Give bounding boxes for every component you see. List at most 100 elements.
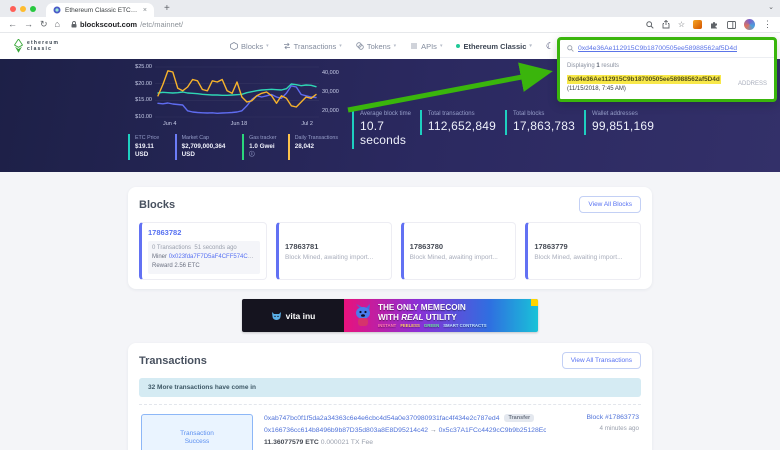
close-window-button[interactable] bbox=[10, 6, 16, 12]
stat-card-daily-transactions: Daily Transactions 28,042 bbox=[288, 134, 342, 160]
block-card-latest[interactable]: 17863782 0 Transactions 51 seconds ago M… bbox=[139, 222, 267, 280]
block-card-pending[interactable]: 17863780 Block Mined, awaiting import... bbox=[401, 222, 517, 280]
maximize-window-button[interactable] bbox=[30, 6, 36, 12]
ad-message: THE ONLY MEMECOIN WITH REAL UTILITY INST… bbox=[344, 299, 538, 332]
ad-feature-tags: INSTANT FEELESS GREEN SMART CONTRACTS bbox=[378, 323, 538, 328]
blocks-icon bbox=[230, 42, 238, 50]
transaction-hash-link[interactable]: 0xab747bc0f1f5da2a34363c6e4e6cbc4d54a0e3… bbox=[264, 415, 499, 422]
tab-search-chevron-icon[interactable]: ⌄ bbox=[768, 3, 774, 11]
forward-icon[interactable]: → bbox=[24, 20, 33, 29]
chevron-down-icon: ▾ bbox=[529, 43, 532, 49]
transfer-badge: Transfer bbox=[504, 414, 534, 422]
block-card-pending[interactable]: 17863781 Block Mined, awaiting import... bbox=[276, 222, 392, 280]
hero-chart: $25.00 $20.00 $15.00 $10.00 40,000 30,00… bbox=[128, 64, 342, 160]
stat-card-etc-price: ETC Price $19.11 USD bbox=[128, 134, 169, 160]
nav-item-network-selector[interactable]: Ethereum Classic▾ bbox=[456, 42, 531, 51]
ad-choices-icon[interactable] bbox=[531, 299, 538, 306]
tab-title: Ethereum Classic ETC Explorer bbox=[65, 7, 139, 14]
browser-tab[interactable]: Ethereum Classic ETC Explorer × bbox=[46, 3, 154, 17]
share-icon[interactable] bbox=[662, 20, 670, 29]
home-icon[interactable]: ⌂ bbox=[55, 20, 60, 29]
search-zoom-icon[interactable] bbox=[646, 21, 654, 29]
profile-avatar[interactable] bbox=[744, 19, 755, 30]
transaction-fee: 0.000021 TX Fee bbox=[321, 439, 373, 446]
block-status: Block Mined, awaiting import... bbox=[534, 254, 634, 261]
chart-left-axis: $25.00 $20.00 $15.00 $10.00 bbox=[128, 64, 155, 120]
dark-mode-toggle-icon[interactable]: ☾ bbox=[546, 41, 554, 52]
chevron-down-icon: ▾ bbox=[440, 43, 443, 49]
from-address-link[interactable]: 0x166736cc614b8496b9b87D35d803a8E8D95214… bbox=[264, 427, 428, 434]
bookmark-star-icon[interactable]: ☆ bbox=[678, 20, 685, 29]
block-number: 17863779 bbox=[534, 242, 634, 251]
transactions-icon bbox=[283, 42, 291, 50]
transactions-card: Transactions View All Transactions 32 Mo… bbox=[128, 343, 652, 450]
search-query-text[interactable]: 0xd4e36Ae112915C9b18700505ee58988562af5D… bbox=[578, 45, 737, 52]
side-panel-icon[interactable] bbox=[727, 21, 736, 29]
browser-menu-icon[interactable]: ⋮ bbox=[763, 20, 772, 29]
transaction-status-badge: Transaction Success bbox=[141, 414, 253, 450]
block-status: Block Mined, awaiting import... bbox=[285, 254, 385, 261]
extension-icon[interactable] bbox=[693, 20, 702, 29]
view-all-transactions-button[interactable]: View All Transactions bbox=[562, 352, 641, 369]
nav-item-transactions[interactable]: Transactions▾ bbox=[283, 42, 342, 51]
minimize-window-button[interactable] bbox=[20, 6, 26, 12]
blocks-card: Blocks View All Blocks 17863782 0 Transa… bbox=[128, 187, 652, 289]
search-result-timestamp: (11/15/2018, 7:45 AM) bbox=[567, 86, 721, 92]
chevron-down-icon: ▾ bbox=[266, 43, 269, 49]
search-results-dropdown: 0xd4e36Ae112915C9b18700505ee58988562af5D… bbox=[557, 37, 777, 102]
address-bar[interactable]: blockscout.com/etc/mainnet/ bbox=[71, 20, 639, 29]
nav-item-apis[interactable]: APIs▾ bbox=[410, 42, 442, 51]
toolbar-actions: ☆ ⋮ bbox=[646, 19, 772, 30]
search-results-count: Displaying 1 results bbox=[567, 63, 767, 69]
tab-close-icon[interactable]: × bbox=[143, 7, 147, 14]
browser-toolbar: ← → ↻ ⌂ blockscout.com/etc/mainnet/ ☆ ⋮ bbox=[0, 17, 780, 33]
transaction-age: 4 minutes ago bbox=[557, 425, 639, 432]
main-content: Blocks View All Blocks 17863782 0 Transa… bbox=[128, 187, 652, 450]
url-host: blockscout.com bbox=[80, 20, 137, 29]
chart-x-axis: Jun 4 Jun 18 Jul 2 bbox=[155, 121, 319, 127]
miner-address-link[interactable]: 0x023fda7F7D5aF4CFF574C507bb... bbox=[169, 254, 256, 260]
reload-icon[interactable]: ↻ bbox=[40, 20, 48, 29]
ethereum-classic-logo[interactable]: ethereum classic bbox=[14, 39, 59, 53]
network-status-dot bbox=[456, 44, 460, 48]
chart-right-axis: 40,000 30,000 20,000 bbox=[319, 64, 342, 120]
search-result-address[interactable]: 0xd4e36Ae112915C9b18700505ee58988562af5D… bbox=[567, 75, 721, 84]
new-transactions-banner[interactable]: 32 More transactions have come in bbox=[139, 378, 641, 397]
etc-diamond-icon bbox=[14, 39, 23, 53]
view-all-blocks-button[interactable]: View All Blocks bbox=[579, 196, 641, 213]
arrow-right-icon: → bbox=[430, 427, 437, 434]
to-address-link[interactable]: 0x5c37A1FCc4429cC9b9b25128Ec5EfC71f91358… bbox=[439, 427, 546, 434]
ad-headline: THE ONLY MEMECOIN WITH REAL UTILITY bbox=[378, 303, 538, 321]
back-icon[interactable]: ← bbox=[8, 20, 17, 29]
info-icon[interactable]: ⓘ bbox=[249, 152, 255, 158]
url-path: /etc/mainnet/ bbox=[140, 20, 183, 29]
stat-total-blocks: Total blocks 17,863,783 bbox=[505, 110, 575, 135]
ad-dog-mascot bbox=[352, 303, 374, 328]
search-result-item[interactable]: 0xd4e36Ae112915C9b18700505ee58988562af5D… bbox=[567, 75, 767, 92]
block-number-link[interactable]: 17863782 bbox=[148, 228, 260, 237]
apis-icon bbox=[410, 42, 418, 50]
extensions-puzzle-icon[interactable] bbox=[710, 20, 719, 29]
block-number: 17863781 bbox=[285, 242, 385, 251]
chevron-down-icon: ▾ bbox=[394, 43, 397, 49]
chevron-down-icon: ▾ bbox=[339, 43, 342, 49]
lock-icon bbox=[71, 21, 77, 28]
nav-item-blocks[interactable]: Blocks▾ bbox=[230, 42, 269, 51]
block-link[interactable]: Block #17863773 bbox=[557, 414, 639, 421]
window-controls[interactable] bbox=[10, 6, 36, 12]
search-input[interactable]: 0xd4e36Ae112915C9b18700505ee58988562af5D… bbox=[560, 40, 774, 58]
block-card-pending[interactable]: 17863779 Block Mined, awaiting import... bbox=[525, 222, 641, 280]
block-status: Block Mined, awaiting import... bbox=[410, 254, 510, 261]
new-tab-button[interactable]: + bbox=[164, 3, 170, 14]
search-icon bbox=[567, 45, 574, 52]
ad-banner[interactable]: vita inu THE ONLY MEMECOIN WITH REAL UTI… bbox=[242, 299, 538, 332]
tokens-icon bbox=[356, 42, 364, 50]
tab-favicon-icon bbox=[53, 6, 61, 14]
search-result-type-badge: ADDRESS bbox=[738, 81, 767, 87]
nav-item-tokens[interactable]: Tokens▾ bbox=[356, 42, 396, 51]
stat-card-market-cap: Market Cap $2,709,000,364 USD bbox=[175, 134, 237, 160]
price-chart-svg bbox=[155, 64, 319, 120]
stat-total-transactions: Total transactions 112,652,849 bbox=[420, 110, 496, 135]
stat-average-block-time: Average block time 10.7 seconds bbox=[352, 110, 411, 149]
stat-wallet-addresses: Wallet addresses 99,851,169 bbox=[584, 110, 654, 135]
